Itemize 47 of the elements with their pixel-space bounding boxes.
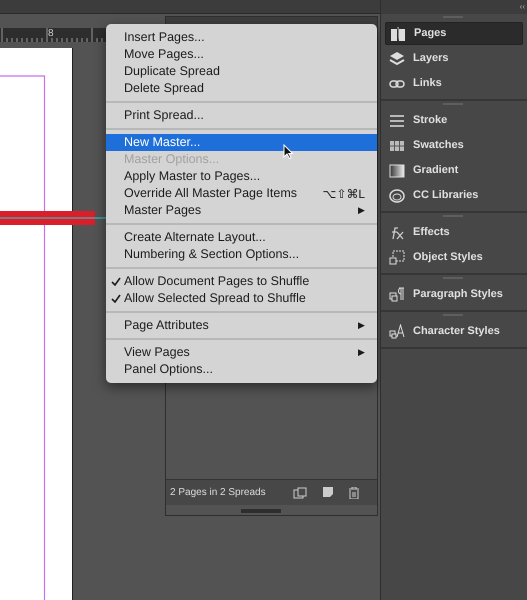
menu-item[interactable]: Page Attributes ▶ — [106, 317, 377, 334]
lines-icon — [389, 112, 405, 128]
menu-item[interactable]: Duplicate Spread — [106, 63, 377, 80]
menu-item[interactable]: Move Pages... — [106, 46, 377, 63]
menu-item[interactable]: Master Pages ▶ — [106, 202, 377, 219]
collapse-button[interactable]: ‹‹ — [520, 0, 525, 14]
dock-item[interactable]: Layers — [385, 47, 523, 70]
menu-item[interactable]: New Master... — [106, 134, 377, 151]
object-styles-icon — [389, 250, 405, 266]
menu-item[interactable]: Print Spread... — [106, 107, 377, 124]
resize-grip[interactable] — [241, 509, 281, 513]
menu-item[interactable]: Allow Document Pages to Shuffle — [106, 273, 377, 290]
submenu-arrow-icon: ▶ — [358, 346, 365, 360]
menu-item[interactable]: Allow Selected Spread to Shuffle — [106, 290, 377, 307]
menu-item[interactable]: Delete Spread — [106, 80, 377, 97]
trash-icon[interactable] — [349, 486, 359, 498]
layers-icon — [389, 50, 405, 66]
menu-item[interactable]: View Pages ▶ — [106, 344, 377, 361]
fx-icon — [389, 224, 405, 240]
new-pages-icon[interactable] — [293, 486, 309, 498]
dock-item[interactable]: Paragraph Styles — [385, 283, 523, 306]
menu-item[interactable]: Panel Options... — [106, 361, 377, 378]
paragraph-styles-icon — [389, 286, 405, 302]
pages-icon — [390, 26, 406, 42]
dock-item[interactable]: Stroke — [385, 109, 523, 132]
submenu-arrow-icon: ▶ — [358, 204, 365, 218]
dock-item[interactable]: CC Libraries — [385, 184, 523, 207]
dock-item[interactable]: Gradient — [385, 159, 523, 182]
cursor-icon — [283, 144, 293, 159]
dock-item[interactable]: Object Styles — [385, 246, 523, 269]
character-styles-icon — [389, 324, 405, 340]
menu-item[interactable]: Insert Pages... — [106, 29, 377, 46]
ruler-number: 8 — [48, 28, 54, 40]
menu-item[interactable]: Numbering & Section Options... — [106, 246, 377, 263]
dock-item[interactable]: Links — [385, 72, 523, 95]
menu-item[interactable]: Apply Master to Pages... — [106, 168, 377, 185]
gradient-icon — [389, 162, 405, 178]
dock-item[interactable]: Character Styles — [385, 320, 523, 343]
submenu-arrow-icon: ▶ — [358, 318, 365, 332]
dock-item[interactable]: Swatches — [385, 134, 523, 157]
menu-item[interactable]: Override All Master Page Items ⌥⇧⌘L — [106, 185, 377, 202]
dock-item[interactable]: Effects — [385, 221, 523, 244]
new-page-icon[interactable] — [323, 487, 333, 498]
dock-item[interactable]: Pages — [385, 22, 523, 45]
menu-item[interactable]: Create Alternate Layout... — [106, 229, 377, 246]
page-count-label: 2 Pages in 2 Spreads — [170, 486, 267, 500]
shortcut-label: ⌥⇧⌘L — [322, 186, 365, 202]
